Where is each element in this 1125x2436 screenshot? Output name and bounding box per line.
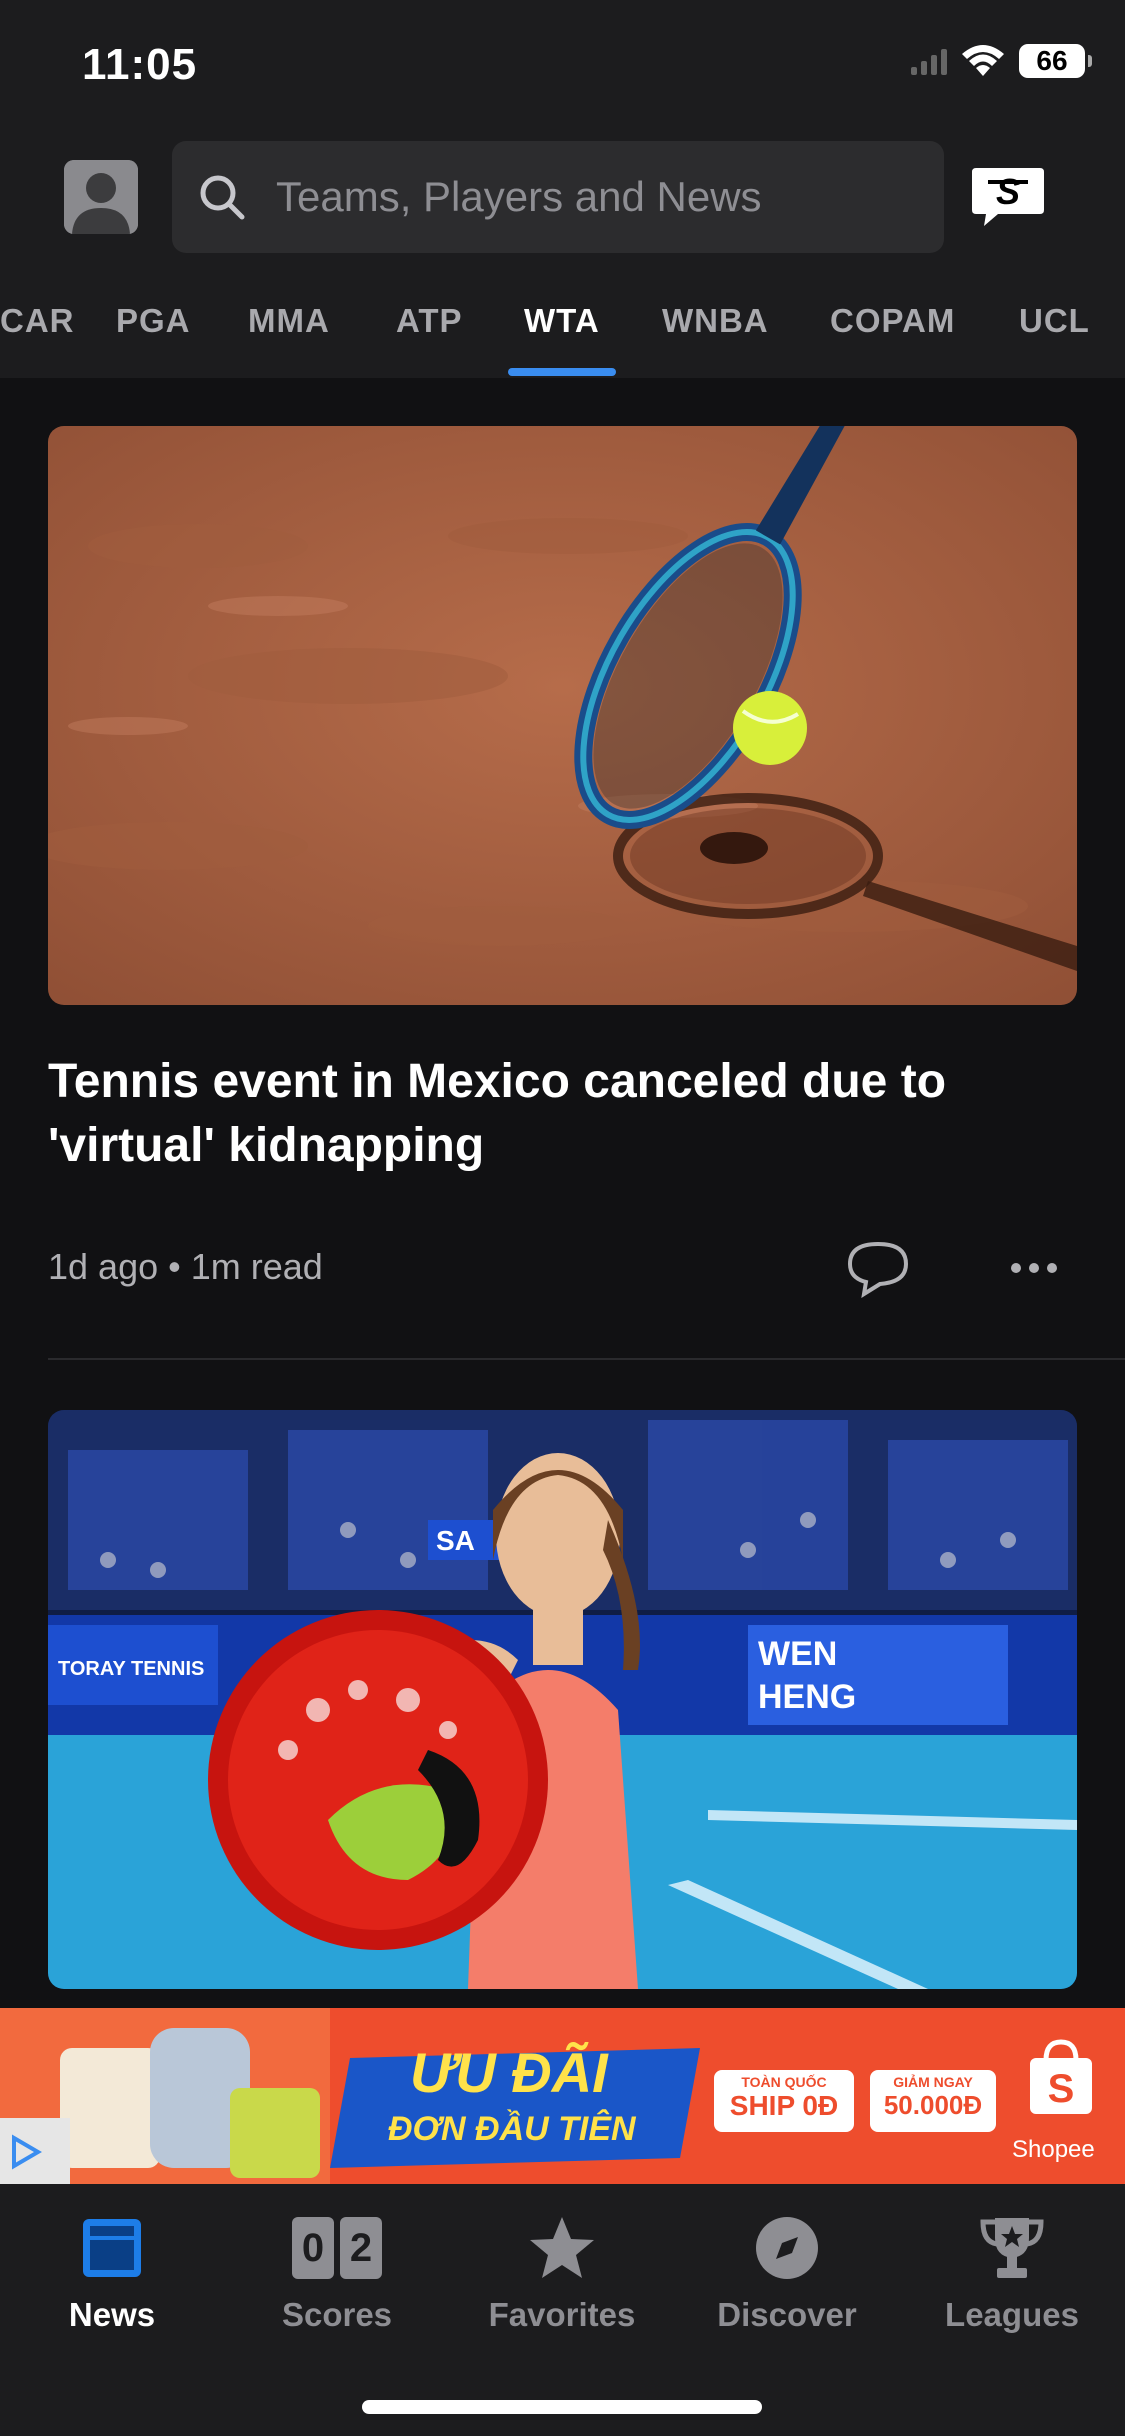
home-indicator[interactable] xyxy=(362,2400,762,2414)
tab-wta[interactable]: WTA xyxy=(524,302,600,340)
nav-news[interactable]: News xyxy=(12,2212,212,2334)
tab-atp[interactable]: ATP xyxy=(396,302,463,340)
bottom-navigation: News 0 2 Scores Favorites Discover Leagu… xyxy=(0,2184,1125,2436)
ad-banner[interactable]: ƯU ĐÃI ĐƠN ĐẦU TIÊN TOÀN QUỐC SHIP 0Đ GI… xyxy=(0,2008,1125,2184)
league-tabs: CAR PGA MMA ATP WTA WNBA COPAM UCL xyxy=(0,290,1125,378)
search-input[interactable]: Teams, Players and News xyxy=(172,141,944,253)
article-meta: 1d ago • 1m read xyxy=(48,1246,323,1288)
tab-wnba[interactable]: WNBA xyxy=(662,302,769,340)
svg-text:SA: SA xyxy=(436,1525,475,1556)
ad-tag-discount-main: 50.000Đ xyxy=(883,2090,983,2120)
profile-avatar[interactable] xyxy=(64,160,138,234)
sportscenter-chat-icon[interactable]: S xyxy=(970,166,1046,228)
svg-text:HENG: HENG xyxy=(758,1678,856,1716)
meta-separator: • xyxy=(168,1246,191,1287)
score-left-digit: 0 xyxy=(292,2217,334,2279)
battery-indicator: 66 xyxy=(1019,44,1092,78)
status-time: 11:05 xyxy=(82,40,198,89)
shopee-bag-icon: S xyxy=(1030,2039,1092,2114)
star-icon xyxy=(530,2217,594,2278)
cellular-signal-icon xyxy=(911,47,947,75)
article-read-time: 1m read xyxy=(190,1246,323,1287)
ad-tag-shipping: TOÀN QUỐC SHIP 0Đ xyxy=(714,2070,854,2132)
more-options-icon[interactable] xyxy=(1010,1258,1058,1278)
nav-scores[interactable]: 0 2 Scores xyxy=(237,2212,437,2334)
nav-leagues[interactable]: Leagues xyxy=(912,2212,1112,2334)
wifi-icon xyxy=(962,45,1004,76)
ad-tag-discount: GIẢM NGAY 50.000Đ xyxy=(870,2070,996,2132)
search-placeholder: Teams, Players and News xyxy=(276,173,762,220)
tab-copam[interactable]: COPAM xyxy=(830,302,955,340)
active-tab-indicator xyxy=(508,368,616,376)
nav-news-label: News xyxy=(68,2296,156,2333)
article-age: 1d ago xyxy=(48,1246,159,1287)
adchoices-icon[interactable] xyxy=(6,2132,46,2172)
svg-text:WEN: WEN xyxy=(758,1635,837,1673)
ad-tag-shipping-top: TOÀN QUỐC xyxy=(741,2074,827,2090)
tab-pga[interactable]: PGA xyxy=(116,302,191,340)
comment-icon[interactable] xyxy=(846,1240,910,1298)
compass-icon xyxy=(756,2217,818,2279)
nav-discover[interactable]: Discover xyxy=(687,2212,887,2334)
nav-scores-label: Scores xyxy=(281,2296,393,2333)
ad-brand: Shopee xyxy=(1012,2136,1095,2163)
ad-subline: ĐƠN ĐẦU TIÊN xyxy=(388,2110,636,2148)
article-image-racket[interactable] xyxy=(48,426,1077,1005)
ad-tag-shipping-main: SHIP 0Đ xyxy=(729,2090,839,2121)
status-icons: 66 xyxy=(911,44,1092,78)
tab-mma[interactable]: MMA xyxy=(248,302,330,340)
tab-car[interactable]: CAR xyxy=(0,302,75,340)
article-divider xyxy=(48,1358,1125,1360)
ad-headline: ƯU ĐÃI xyxy=(410,2041,608,2104)
nav-leagues-label: Leagues xyxy=(945,2296,1079,2333)
nav-favorites[interactable]: Favorites xyxy=(462,2212,662,2334)
tab-ucl[interactable]: UCL xyxy=(1019,302,1090,340)
article-image-trophy[interactable]: TORAY TENNIS WEN HENG SA xyxy=(48,1410,1077,1989)
nav-favorites-label: Favorites xyxy=(488,2296,636,2333)
search-icon xyxy=(200,175,245,220)
svg-text:S: S xyxy=(1048,2067,1075,2111)
scores-icon: 0 2 xyxy=(237,2212,437,2284)
svg-text:TORAY TENNIS: TORAY TENNIS xyxy=(58,1658,204,1680)
score-right-digit: 2 xyxy=(340,2217,382,2279)
article-headline[interactable]: Tennis event in Mexico canceled due to '… xyxy=(48,1050,1068,1178)
person-icon xyxy=(64,160,138,234)
svg-text:S: S xyxy=(996,171,1020,212)
ad-tag-discount-top: GIẢM NGAY xyxy=(893,2074,973,2090)
trophy-icon xyxy=(980,2218,1044,2278)
news-icon xyxy=(83,2219,141,2277)
nav-discover-label: Discover xyxy=(717,2296,857,2333)
